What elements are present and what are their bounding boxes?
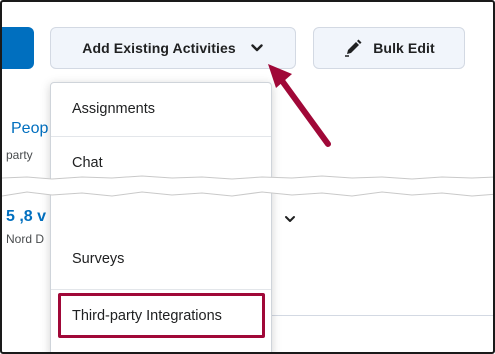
menu-item-label: Assignments (72, 101, 156, 117)
torn-edge-divider (2, 175, 493, 197)
menu-item-surveys[interactable]: Surveys (51, 233, 271, 285)
chevron-down-icon (251, 44, 263, 52)
primary-action-button[interactable] (2, 27, 34, 69)
background-subtext-2: Nord D (6, 232, 45, 246)
bulk-edit-label: Bulk Edit (373, 40, 435, 56)
highlight-box (58, 293, 265, 338)
background-link-2[interactable]: 5 ,8 v (6, 208, 46, 226)
pencil-edit-icon (345, 39, 362, 57)
add-existing-activities-label: Add Existing Activities (82, 40, 236, 56)
screenshot-frame: Add Existing Activities Bulk Edit Peop p… (0, 0, 495, 354)
menu-item-label: Surveys (72, 251, 125, 267)
annotation-arrow-icon (268, 64, 331, 147)
background-subtext: party (6, 148, 33, 162)
divider (272, 315, 493, 316)
add-existing-activities-menu: Assignments Chat Surveys Third-party Int… (50, 82, 272, 352)
background-link[interactable]: Peop (11, 120, 48, 138)
menu-item-label: Chat (72, 154, 103, 171)
add-existing-activities-button[interactable]: Add Existing Activities (50, 27, 296, 69)
chevron-down-icon[interactable] (284, 213, 296, 225)
menu-item-assignments[interactable]: Assignments (51, 83, 271, 135)
